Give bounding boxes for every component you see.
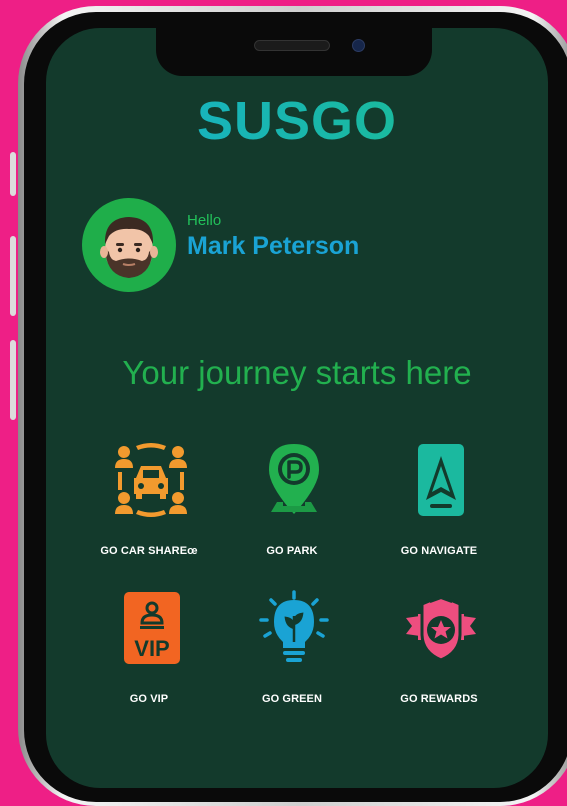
green-bulb-icon (259, 590, 329, 662)
phone-volume-down (10, 340, 16, 420)
tile-label: GO CAR SHAREœ (100, 545, 198, 557)
go-park-button[interactable]: GO PARK (227, 442, 357, 562)
speaker-grille (254, 40, 330, 51)
bearded-man-avatar-icon (100, 217, 158, 278)
front-camera (352, 39, 365, 52)
go-car-share-button[interactable]: GO CAR SHAREœ (84, 442, 214, 562)
tile-label: GO NAVIGATE (400, 545, 478, 557)
app-logo: SUSGO (46, 90, 548, 152)
rewards-badge-icon (406, 594, 476, 662)
go-rewards-button[interactable]: GO REWARDS (374, 590, 504, 710)
car-share-icon (115, 443, 187, 517)
tile-label: GO VIP (129, 693, 169, 705)
phone-notch (156, 28, 432, 76)
tile-label: GO PARK (266, 545, 318, 557)
phone-volume-up (10, 236, 16, 316)
navigate-icon (418, 444, 464, 516)
tile-label: GO REWARDS (400, 693, 478, 705)
greeting-text: Hello (187, 212, 222, 229)
tile-label: GO GREEN (261, 693, 323, 705)
go-navigate-button[interactable]: GO NAVIGATE (374, 442, 504, 562)
phone-silent-switch (10, 152, 16, 196)
go-vip-button[interactable]: VIP GO VIP (84, 590, 214, 710)
svg-text:VIP: VIP (134, 636, 169, 661)
parking-pin-icon (269, 444, 319, 514)
user-name: Mark Peterson (187, 232, 360, 260)
tagline: Your journey starts here (122, 354, 472, 391)
avatar[interactable] (82, 198, 176, 292)
go-green-button[interactable]: GO GREEN (227, 590, 357, 710)
app-screen: SUSGO Hello Mark Peterson Your journey s… (46, 28, 548, 788)
vip-badge-icon: VIP (124, 592, 180, 664)
